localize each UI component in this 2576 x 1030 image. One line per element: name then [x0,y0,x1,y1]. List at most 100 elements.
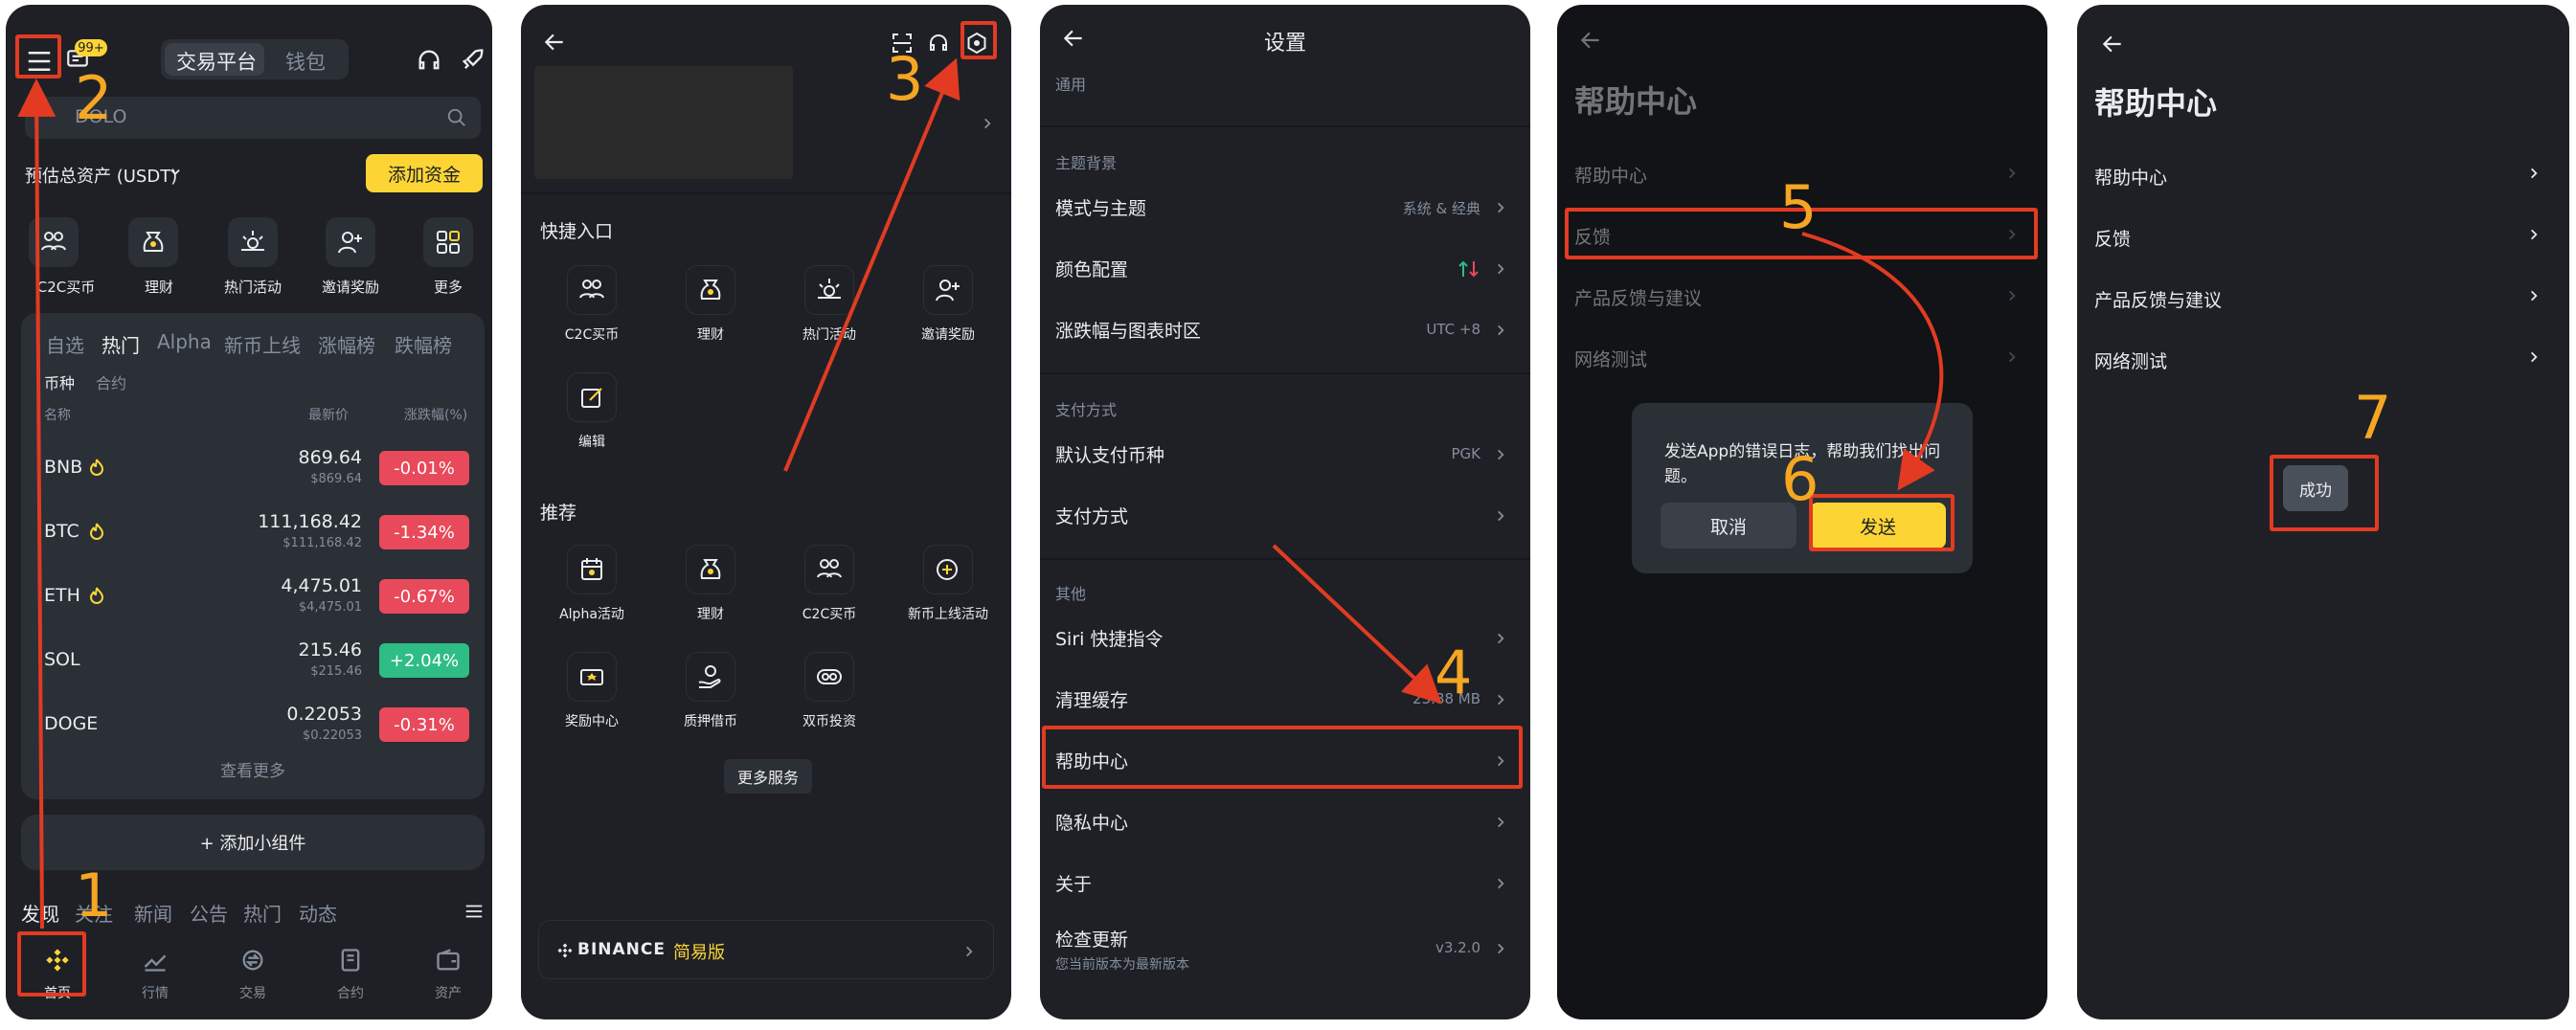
binance-lite-banner[interactable]: BINANCE 简易版 [538,920,994,979]
reward-center-icon[interactable] [567,652,617,702]
section-shortcuts: 快捷入口 [540,221,614,242]
chevron-right-icon [962,944,976,957]
alpha-icon[interactable] [567,545,617,594]
table-row[interactable]: DOGE 0.22053 $0.22053 -0.31% [21,698,485,755]
lite-label: 简易版 [673,943,725,963]
fire-icon [89,523,104,540]
settings-row-update[interactable]: 检查更新 您当前版本为最新版本 v3.2.0 [1040,914,1530,991]
feed-tab[interactable]: 热门 [243,899,282,927]
tab-losers[interactable]: 跌幅榜 [395,330,452,358]
chevron-right-icon [1494,447,1507,460]
help-row[interactable]: 产品反馈与建议 [1557,269,2047,330]
c2c-icon[interactable] [567,265,617,315]
coin-symbol: BTC [44,521,79,542]
add-funds-button[interactable]: 添加资金 [366,154,483,192]
chevron-right-icon [1494,692,1507,705]
help-row[interactable]: 网络测试 [1557,330,2047,392]
search-icon [446,107,467,128]
activity-icon[interactable] [804,265,854,315]
edit-icon[interactable] [567,372,617,422]
subtab-coin[interactable]: 币种 [44,370,75,393]
settings-row-color[interactable]: 颜色配置 [1040,238,1530,300]
row-value: 系统 & 经典 [1402,200,1480,217]
headset-icon[interactable] [416,47,442,74]
feed-tab[interactable]: 公告 [190,899,228,927]
balance-label: 预估总资产 (USDT) [25,167,178,187]
c2c-icon[interactable] [29,217,79,267]
settings-row-chart[interactable]: 涨跌幅与图表时区 UTC +8 [1040,300,1530,361]
fire-icon [89,459,104,476]
tab-favorites[interactable]: 自选 [46,330,84,358]
chevron-right-icon [1494,508,1507,522]
change-badge: -1.34% [379,515,469,549]
row-label: 清理缓存 [1055,690,1129,711]
markets-icon[interactable] [142,947,169,974]
wallet-icon[interactable] [435,947,462,974]
step-number: 7 [2354,383,2392,453]
message-badge: 99+ [75,39,107,56]
subtab-futures[interactable]: 合约 [96,370,126,393]
step-number: 2 [75,63,113,133]
back-arrow-icon[interactable] [2100,32,2125,56]
coin-symbol: ETH [44,585,80,606]
invite-icon[interactable] [326,217,375,267]
recommend-label: 新币上线活动 [908,607,988,622]
activity-icon[interactable] [228,217,278,267]
settings-row-about[interactable]: 关于 [1040,853,1530,914]
feed-tab[interactable]: 发现 [21,899,59,927]
chevron-down-icon[interactable] [169,166,182,179]
profile-card[interactable] [534,66,793,179]
more-services-button[interactable]: 更多服务 [724,759,812,794]
new-listing-icon[interactable] [923,545,973,594]
trade-icon[interactable] [239,947,266,974]
more-icon[interactable] [423,217,473,267]
table-row[interactable]: ETH 4,475.01 $4,475.01 -0.67% [21,570,485,627]
tab-wallet[interactable]: 钱包 [285,47,326,76]
table-row[interactable]: BNB 869.64 $869.64 -0.01% [21,441,485,499]
dual-invest-icon[interactable] [804,652,854,702]
back-arrow-icon[interactable] [1578,28,1603,53]
table-row[interactable]: SOL 215.46 $215.46 +2.04% [21,634,485,691]
coin-price: 869.64 [298,447,362,468]
feed-tab[interactable]: 动态 [299,899,337,927]
recommend-label: 理财 [697,607,724,622]
cancel-button[interactable]: 取消 [1661,503,1796,549]
help-row-feedback[interactable]: 反馈 [2077,208,2569,269]
tab-gainers[interactable]: 涨幅榜 [318,330,375,358]
earn-icon[interactable] [686,265,735,315]
settings-row-mode[interactable]: 模式与主题 系统 & 经典 [1040,177,1530,238]
row-label: 默认支付币种 [1055,445,1165,466]
feed-tab[interactable]: 新闻 [134,899,172,927]
earn-icon[interactable] [128,217,178,267]
coin-price: 4,475.01 [281,575,362,596]
highlight-help-center-row [1042,726,1523,789]
headset-icon[interactable] [927,32,950,55]
settings-row-privacy[interactable]: 隐私中心 [1040,792,1530,853]
tab-alpha[interactable]: Alpha [157,330,212,353]
nav-label: 合约 [337,986,364,1001]
tab-exchange[interactable]: 交易平台 [176,47,257,76]
c2c-icon[interactable] [804,545,854,594]
loan-icon[interactable] [686,652,735,702]
help-row[interactable]: 网络测试 [2077,330,2569,392]
tab-new-listing[interactable]: 新币上线 [224,330,301,358]
coin-symbol: SOL [44,649,80,670]
back-arrow-icon[interactable] [542,30,567,55]
futures-icon[interactable] [337,947,364,974]
recommend-label: Alpha活动 [559,607,624,622]
chevron-right-icon [1494,941,1507,954]
settings-row-currency[interactable]: 默认支付币种 PGK [1040,424,1530,485]
change-badge: +2.04% [379,643,469,678]
invite-icon[interactable] [923,265,973,315]
view-more-link[interactable]: 查看更多 [21,757,485,781]
help-row[interactable]: 帮助中心 [2077,146,2569,208]
rocket-icon[interactable] [460,47,486,74]
settings-row-pay-method[interactable]: 支付方式 [1040,485,1530,547]
chevron-right-icon [2005,288,2019,302]
table-row[interactable]: BTC 111,168.42 $111,168.42 -1.34% [21,505,485,563]
help-row[interactable]: 产品反馈与建议 [2077,269,2569,330]
earn-icon[interactable] [686,545,735,594]
tab-hot[interactable]: 热门 [102,330,140,358]
chevron-right-icon [1494,815,1507,828]
list-icon[interactable] [463,901,485,922]
